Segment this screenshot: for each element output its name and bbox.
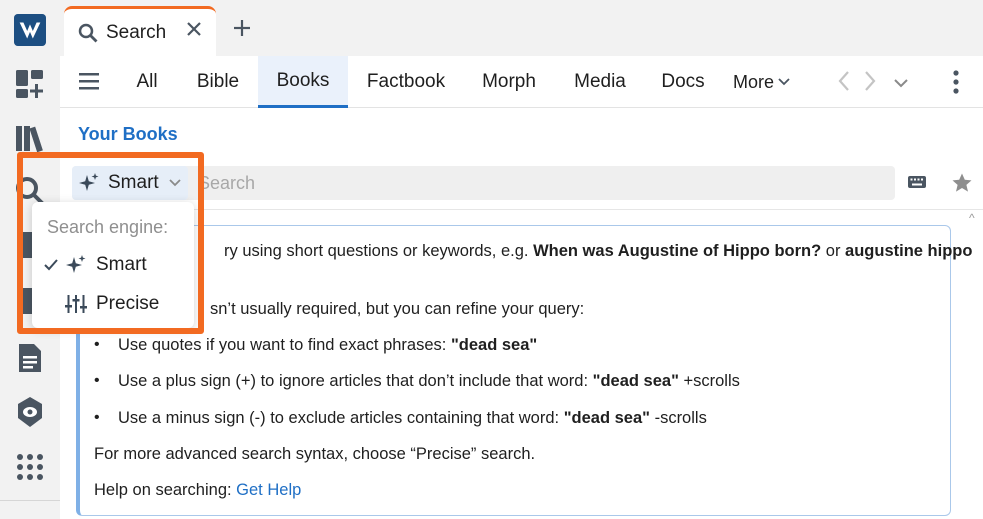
more-label: More — [733, 71, 775, 92]
library-icon[interactable] — [14, 122, 46, 154]
tab-bible[interactable]: Bible — [186, 56, 250, 108]
more-menu[interactable]: More — [733, 56, 790, 108]
close-icon[interactable] — [186, 21, 202, 42]
tab-docs[interactable]: Docs — [652, 56, 714, 108]
help-bullet: Use quotes if you want to find exact phr… — [118, 336, 538, 354]
logos-icon[interactable] — [14, 14, 46, 46]
chevron-down-icon — [169, 179, 181, 187]
sparkle-icon — [78, 172, 100, 194]
help-bullet: Use a minus sign (-) to exclude articles… — [118, 409, 707, 427]
document-icon[interactable] — [14, 342, 46, 374]
apps-grid-icon[interactable] — [14, 451, 46, 483]
chevron-down-icon — [778, 78, 790, 86]
help-intro: ry using short questions or keywords, e.… — [224, 242, 973, 260]
get-help-link[interactable]: Get Help — [236, 481, 301, 499]
eye-shield-icon[interactable] — [14, 396, 46, 428]
option-precise[interactable]: Precise — [32, 287, 194, 321]
plus-icon[interactable] — [232, 18, 252, 43]
search-engine-dropdown: Search engine: Smart Precise — [32, 202, 194, 328]
search-input[interactable] — [198, 166, 888, 200]
nav-row: All Bible Books Factbook Morph Media Doc… — [60, 56, 983, 108]
tab-factbook[interactable]: Factbook — [358, 56, 454, 108]
tab-all[interactable]: All — [122, 56, 172, 108]
tab-morph[interactable]: Morph — [472, 56, 546, 108]
tab-search[interactable]: Search — [64, 6, 216, 56]
search-help-panel: ry using short questions or keywords, e.… — [76, 225, 972, 516]
chevron-right-icon[interactable] — [862, 70, 878, 97]
help-bullet: Use a plus sign (+) to ignore articles t… — [118, 372, 740, 390]
tab-strip: Search — [60, 0, 983, 56]
keyboard-icon[interactable] — [907, 174, 927, 195]
kebab-menu-icon[interactable] — [952, 70, 960, 99]
search-mode-label: Smart — [108, 172, 159, 193]
help-refine: sn’t usually required, but you can refin… — [210, 300, 585, 318]
scroll-up-icon[interactable]: ^ — [969, 211, 975, 225]
tab-media[interactable]: Media — [564, 56, 636, 108]
dashboard-add-icon[interactable] — [14, 68, 46, 100]
option-label: Smart — [96, 254, 147, 275]
checkmark-icon — [32, 259, 62, 271]
option-smart[interactable]: Smart — [32, 248, 194, 282]
tab-books[interactable]: Books — [258, 56, 348, 108]
nav-arrows — [836, 70, 908, 97]
section-title: Your Books — [78, 124, 178, 144]
chevron-left-icon[interactable] — [836, 70, 852, 97]
help-footer: Help on searching: Get Help — [94, 481, 302, 499]
rail-divider — [0, 500, 60, 501]
divider — [72, 209, 983, 210]
sparkle-icon — [62, 254, 90, 276]
search-bar: Smart — [72, 166, 895, 200]
option-label: Precise — [96, 293, 160, 314]
search-icon — [78, 23, 98, 43]
menu-icon[interactable] — [78, 70, 100, 97]
help-advanced: For more advanced search syntax, choose … — [94, 445, 536, 463]
search-mode-button[interactable]: Smart — [72, 166, 188, 200]
chevron-down-icon[interactable] — [894, 76, 908, 97]
tab-label: Search — [106, 21, 167, 43]
star-icon[interactable] — [951, 172, 973, 199]
dropdown-header: Search engine: — [47, 217, 169, 237]
sliders-icon — [62, 294, 90, 314]
